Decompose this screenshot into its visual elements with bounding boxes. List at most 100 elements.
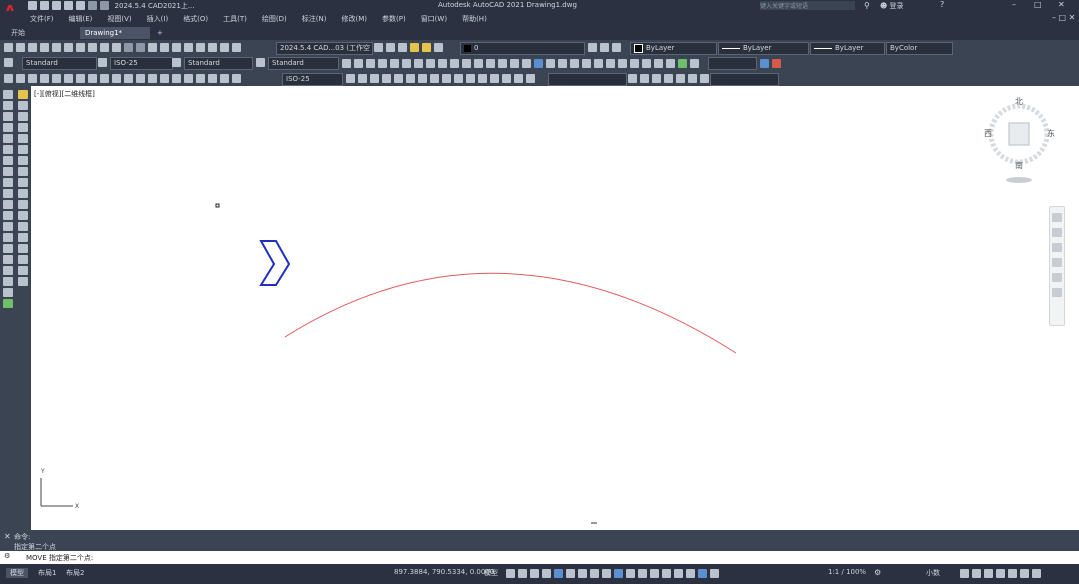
layer-select[interactable]: 0 (460, 42, 585, 55)
layer-match-icon[interactable] (612, 43, 621, 52)
circle-icon[interactable] (3, 156, 13, 165)
undo-icon[interactable] (88, 1, 97, 10)
spline-icon[interactable] (3, 178, 13, 187)
xline-icon[interactable] (3, 101, 13, 110)
tab-model-layout[interactable]: 模型 (6, 568, 28, 578)
paste-icon[interactable] (100, 43, 109, 52)
separate-icon[interactable] (594, 59, 603, 68)
gradient-icon[interactable] (3, 255, 13, 264)
polygon-icon[interactable] (3, 123, 13, 132)
lineweight-select[interactable]: ByLayer (810, 42, 885, 55)
scale-icon[interactable] (18, 178, 28, 187)
quick-access-title[interactable]: 2024.5.4 CAD2021上... (115, 2, 195, 10)
text-style-select[interactable]: Standard (22, 57, 97, 70)
rectangle-icon[interactable] (3, 134, 13, 143)
ucs-zaxis-icon[interactable] (430, 74, 439, 83)
region-icon[interactable] (3, 266, 13, 275)
chamfer-edge-icon[interactable] (618, 59, 627, 68)
revcloud-icon[interactable] (3, 167, 13, 176)
mleader-style-select[interactable]: Standard (268, 57, 339, 70)
point-icon[interactable] (3, 233, 13, 242)
aligned-dim-icon[interactable] (16, 74, 25, 83)
view-manager-icon[interactable] (700, 74, 709, 83)
ucs-origin-icon[interactable] (418, 74, 427, 83)
ellipse-icon[interactable] (3, 189, 13, 198)
cut-icon[interactable] (76, 43, 85, 52)
offset-icon[interactable] (18, 134, 28, 143)
ucs-icon[interactable] (346, 74, 355, 83)
redo-tool-icon[interactable] (136, 43, 145, 52)
menu-view[interactable]: 视图(V) (107, 15, 131, 23)
print-icon[interactable] (76, 1, 85, 10)
continue-icon[interactable] (124, 74, 133, 83)
move-icon[interactable] (18, 156, 28, 165)
ucs-3point-icon[interactable] (442, 74, 451, 83)
fillet-icon[interactable] (18, 266, 28, 275)
join-icon[interactable] (18, 244, 28, 253)
color-select[interactable]: ByLayer (630, 42, 717, 55)
ucs-y-icon[interactable] (466, 74, 475, 83)
mleader-style-icon[interactable] (256, 58, 268, 67)
polar-icon[interactable] (566, 569, 575, 578)
tab-layout1[interactable]: 布局1 (38, 568, 56, 578)
view-top-icon[interactable] (502, 74, 511, 83)
material-browser-icon[interactable] (772, 59, 781, 68)
ucs-apply-icon[interactable] (490, 74, 499, 83)
ellipse-arc-icon[interactable] (3, 200, 13, 209)
revolve-icon[interactable] (474, 59, 483, 68)
extend-icon[interactable] (18, 211, 28, 220)
menu-edit[interactable]: 编辑(E) (69, 15, 93, 23)
search-input[interactable]: 键入关键字或短语 (760, 1, 855, 10)
baseline-icon[interactable] (112, 74, 121, 83)
line-icon[interactable] (3, 90, 13, 99)
coordinates-readout[interactable]: 897.3884, 790.5334, 0.0000 (394, 568, 494, 576)
layer-previous-icon[interactable] (600, 43, 609, 52)
layer-state-icon[interactable] (398, 43, 407, 52)
clean-screen-icon[interactable] (1008, 569, 1017, 578)
quick-properties-icon[interactable] (960, 569, 969, 578)
view-sw-icon[interactable] (652, 74, 661, 83)
center-mark-icon[interactable] (172, 74, 181, 83)
hatch-icon[interactable] (3, 244, 13, 253)
view-cube-tool-icon[interactable] (534, 59, 543, 68)
sphere-icon[interactable] (378, 59, 387, 68)
mirror-icon[interactable] (18, 123, 28, 132)
erase-icon[interactable] (18, 101, 28, 110)
break-icon[interactable] (18, 233, 28, 242)
sun-icon[interactable] (422, 43, 431, 52)
quick-dim-icon[interactable] (100, 74, 109, 83)
ucs-world-icon[interactable] (358, 74, 367, 83)
snap-icon[interactable] (518, 569, 527, 578)
material-sphere-icon[interactable] (760, 59, 769, 68)
undo-tool-icon[interactable] (124, 43, 133, 52)
redo-icon[interactable] (100, 1, 109, 10)
menu-insert[interactable]: 插入(I) (147, 15, 169, 23)
angular-dim-icon[interactable] (88, 74, 97, 83)
table-icon[interactable] (3, 277, 13, 286)
isolate-objects-icon[interactable] (984, 569, 993, 578)
array-icon[interactable] (18, 145, 28, 154)
fly-icon[interactable] (666, 59, 675, 68)
view-se-icon[interactable] (664, 74, 673, 83)
polyline-icon[interactable] (3, 112, 13, 121)
sheet-set-icon[interactable] (208, 43, 217, 52)
arc-length-icon[interactable] (28, 74, 37, 83)
osnap-icon[interactable] (602, 569, 611, 578)
mtext-icon[interactable] (3, 288, 13, 297)
make-block-icon[interactable] (3, 222, 13, 231)
3d-osnap-icon[interactable] (650, 569, 659, 578)
subtract-icon[interactable] (510, 59, 519, 68)
model-space-button[interactable]: 模型 (484, 568, 498, 578)
break-point-icon[interactable] (18, 222, 28, 231)
pencil-icon[interactable] (18, 90, 28, 99)
trim-icon[interactable] (18, 200, 28, 209)
workspace-switch-icon[interactable]: ⚙ (874, 568, 881, 577)
menu-file[interactable]: 文件(F) (30, 15, 54, 23)
jogged-dim-icon[interactable] (64, 74, 73, 83)
wedge-icon[interactable] (354, 59, 363, 68)
save-icon[interactable] (52, 1, 61, 10)
named-view-select[interactable] (710, 73, 779, 86)
splitter-handle[interactable] (591, 522, 597, 524)
insert-block-icon[interactable] (3, 211, 13, 220)
tolerance-icon[interactable] (160, 74, 169, 83)
